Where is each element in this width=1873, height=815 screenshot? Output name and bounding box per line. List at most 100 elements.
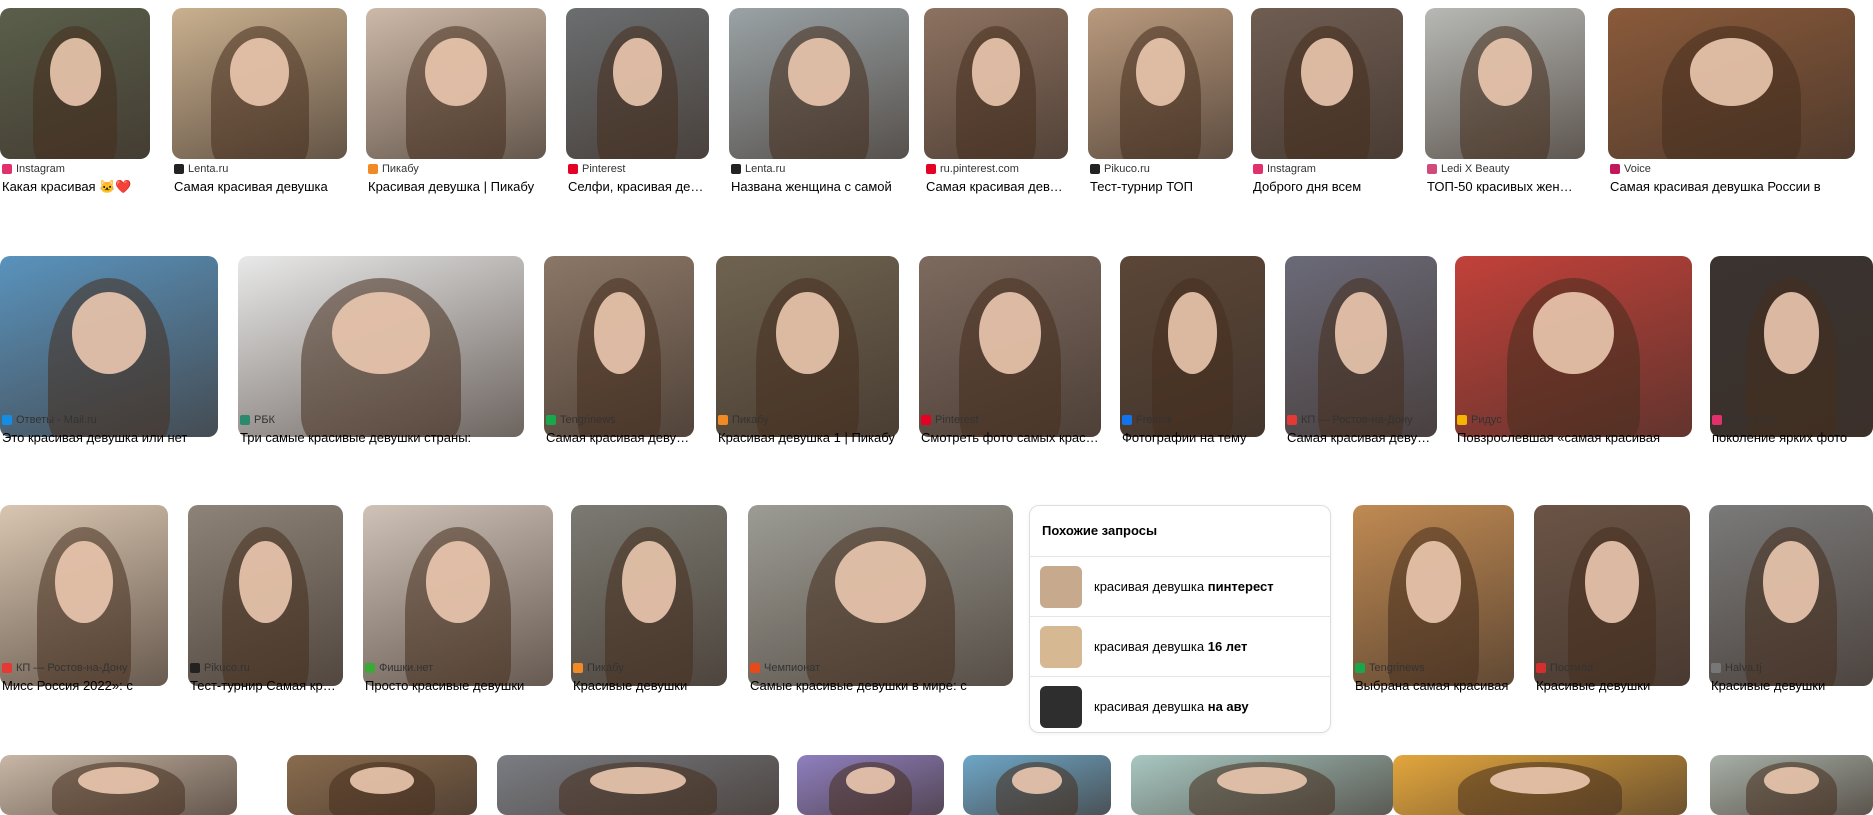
result-source[interactable]: ru.pinterest.com	[926, 162, 1066, 176]
result-thumbnail[interactable]	[716, 256, 899, 437]
image-result-card[interactable]: Lenta.ru Названа женщина с самой	[729, 8, 909, 238]
result-thumbnail[interactable]	[172, 8, 347, 159]
result-source[interactable]: Ответы - Mail.ru	[2, 413, 216, 427]
image-result-card[interactable]: Пикабу Красивая девушка 1 | Пикабу	[716, 256, 899, 489]
result-title[interactable]: Фотографии на тему	[1122, 430, 1263, 446]
result-title[interactable]: Селфи, красивая девушка	[568, 179, 707, 195]
result-source[interactable]: Пикабу	[368, 162, 544, 176]
image-result-card[interactable]: Pinterest Смотреть фото самых красивых	[919, 256, 1101, 489]
result-title[interactable]: Самая красивая девушка	[1287, 430, 1435, 446]
result-thumbnail[interactable]	[1608, 8, 1855, 159]
result-thumbnail[interactable]	[1088, 8, 1233, 159]
result-title[interactable]: Красивые девушки	[573, 678, 725, 694]
result-title[interactable]: поколение ярких фото	[1712, 430, 1871, 446]
result-title[interactable]: Самая красивая девушка	[926, 179, 1066, 195]
image-result-card[interactable]	[0, 755, 237, 815]
result-thumbnail[interactable]	[544, 256, 694, 437]
result-source[interactable]: Pikuco.ru	[1090, 162, 1231, 176]
result-thumbnail[interactable]	[1353, 505, 1514, 686]
result-thumbnail[interactable]	[1251, 8, 1403, 159]
result-title[interactable]: Тест-турнир ТОП	[1090, 179, 1231, 195]
result-thumbnail[interactable]	[363, 505, 553, 686]
result-title[interactable]: Доброго дня всем	[1253, 179, 1401, 195]
result-source[interactable]: Чемпионат	[750, 661, 1011, 675]
result-thumbnail[interactable]	[797, 755, 944, 815]
result-source[interactable]: Tengrinews	[546, 413, 692, 427]
image-result-card[interactable]: Ридус Повзрослевшая «самая красивая	[1455, 256, 1692, 489]
result-source[interactable]: Halva.tj	[1711, 661, 1871, 675]
result-title[interactable]: Смотреть фото самых красивых	[921, 430, 1099, 446]
image-result-card[interactable]: Pinterest Селфи, красивая девушка	[566, 8, 709, 238]
image-result-card[interactable]: Ledi X Beauty ТОП-50 красивых женщин	[1425, 8, 1585, 238]
image-result-card[interactable]: Фишки.нет Просто красивые девушки	[363, 505, 553, 737]
result-thumbnail[interactable]	[1425, 8, 1585, 159]
result-thumbnail[interactable]	[238, 256, 524, 437]
result-title[interactable]: Просто красивые девушки	[365, 678, 551, 694]
result-source[interactable]: КП — Ростов-на-Дону	[2, 661, 166, 675]
result-thumbnail[interactable]	[1455, 256, 1692, 437]
image-result-card[interactable]: Instagram Какая красивая 🐱❤️	[0, 8, 150, 238]
result-thumbnail[interactable]	[919, 256, 1101, 437]
result-thumbnail[interactable]	[1285, 256, 1437, 437]
result-source[interactable]: Ledi X Beauty	[1427, 162, 1583, 176]
result-thumbnail[interactable]	[366, 8, 546, 159]
result-source[interactable]: Постила	[1536, 661, 1688, 675]
result-title[interactable]: Красивые девушки	[1536, 678, 1688, 694]
image-result-card[interactable]: Voice Самая красивая девушка России в	[1608, 8, 1855, 238]
result-thumbnail[interactable]	[571, 505, 727, 686]
result-title[interactable]: ТОП-50 красивых женщин	[1427, 179, 1583, 195]
image-result-card[interactable]: Пикабу Красивая девушка | Пикабу	[366, 8, 546, 238]
result-source[interactable]: Фишки.нет	[365, 661, 551, 675]
result-thumbnail[interactable]	[1710, 256, 1873, 437]
related-query-item[interactable]: красивая девушка 16 лет	[1030, 617, 1330, 677]
image-result-card[interactable]: Tengrinews Самая красивая девушка	[544, 256, 694, 489]
result-title[interactable]: Красивые девушки	[1711, 678, 1871, 694]
image-result-card[interactable]: РБК Три самые красивые девушки страны:	[238, 256, 524, 489]
result-title[interactable]: Самая красивая девушка	[174, 179, 345, 195]
result-thumbnail[interactable]	[0, 8, 150, 159]
related-query-item[interactable]: красивая девушка пинтерест	[1030, 557, 1330, 617]
result-thumbnail[interactable]	[0, 505, 168, 686]
result-source[interactable]: Пикабу	[718, 413, 897, 427]
result-thumbnail[interactable]	[963, 755, 1111, 815]
result-title[interactable]: Самая красивая девушка России в	[1610, 179, 1853, 195]
result-source[interactable]: Voice	[1610, 162, 1853, 176]
result-title[interactable]: Самая красивая девушка	[546, 430, 692, 446]
result-thumbnail[interactable]	[729, 8, 909, 159]
image-result-card[interactable]	[497, 755, 779, 815]
image-result-card[interactable]: Постила Красивые девушки	[1534, 505, 1690, 737]
result-source[interactable]: Instagram	[1712, 413, 1871, 427]
result-title[interactable]: Выбрана самая красивая	[1355, 678, 1512, 694]
image-result-card[interactable]	[1710, 755, 1873, 815]
result-source[interactable]: Lenta.ru	[731, 162, 907, 176]
related-query-item[interactable]: красивая девушка на аву	[1030, 677, 1330, 736]
result-source[interactable]: Lenta.ru	[174, 162, 345, 176]
image-result-card[interactable]	[1393, 755, 1687, 815]
image-result-card[interactable]	[963, 755, 1111, 815]
result-thumbnail[interactable]	[1534, 505, 1690, 686]
result-title[interactable]: Три самые красивые девушки страны:	[240, 430, 522, 446]
image-result-card[interactable]	[287, 755, 477, 815]
image-result-card[interactable]: Halva.tj Красивые девушки	[1709, 505, 1873, 737]
result-source[interactable]: Пикабу	[573, 661, 725, 675]
image-result-card[interactable]: Tengrinews Выбрана самая красивая	[1353, 505, 1514, 737]
image-result-card[interactable]: Pikuco.ru Тест-турнир Самая красивая	[188, 505, 343, 737]
result-source[interactable]: Tengrinews	[1355, 661, 1512, 675]
image-result-card[interactable]: КП — Ростов-на-Дону Самая красивая девушк…	[1285, 256, 1437, 489]
result-thumbnail[interactable]	[748, 505, 1013, 686]
image-result-card[interactable]: ru.pinterest.com Самая красивая девушка	[924, 8, 1068, 238]
result-source[interactable]: РБК	[240, 413, 522, 427]
image-result-card[interactable]	[797, 755, 944, 815]
result-source[interactable]: Ридус	[1457, 413, 1690, 427]
result-source[interactable]: Pinterest	[921, 413, 1099, 427]
result-source[interactable]: Pinterest	[568, 162, 707, 176]
result-thumbnail[interactable]	[188, 505, 343, 686]
result-title[interactable]: Какая красивая 🐱❤️	[2, 179, 148, 195]
image-result-card[interactable]: Пикабу Красивые девушки	[571, 505, 727, 737]
result-title[interactable]: Названа женщина с самой	[731, 179, 907, 195]
result-thumbnail[interactable]	[1120, 256, 1265, 437]
image-result-card[interactable]: Lenta.ru Самая красивая девушка	[172, 8, 347, 238]
image-result-card[interactable]: Чемпионат Самые красивые девушки в мире: …	[748, 505, 1013, 737]
image-result-card[interactable]	[1131, 755, 1393, 815]
result-thumbnail[interactable]	[1393, 755, 1687, 815]
